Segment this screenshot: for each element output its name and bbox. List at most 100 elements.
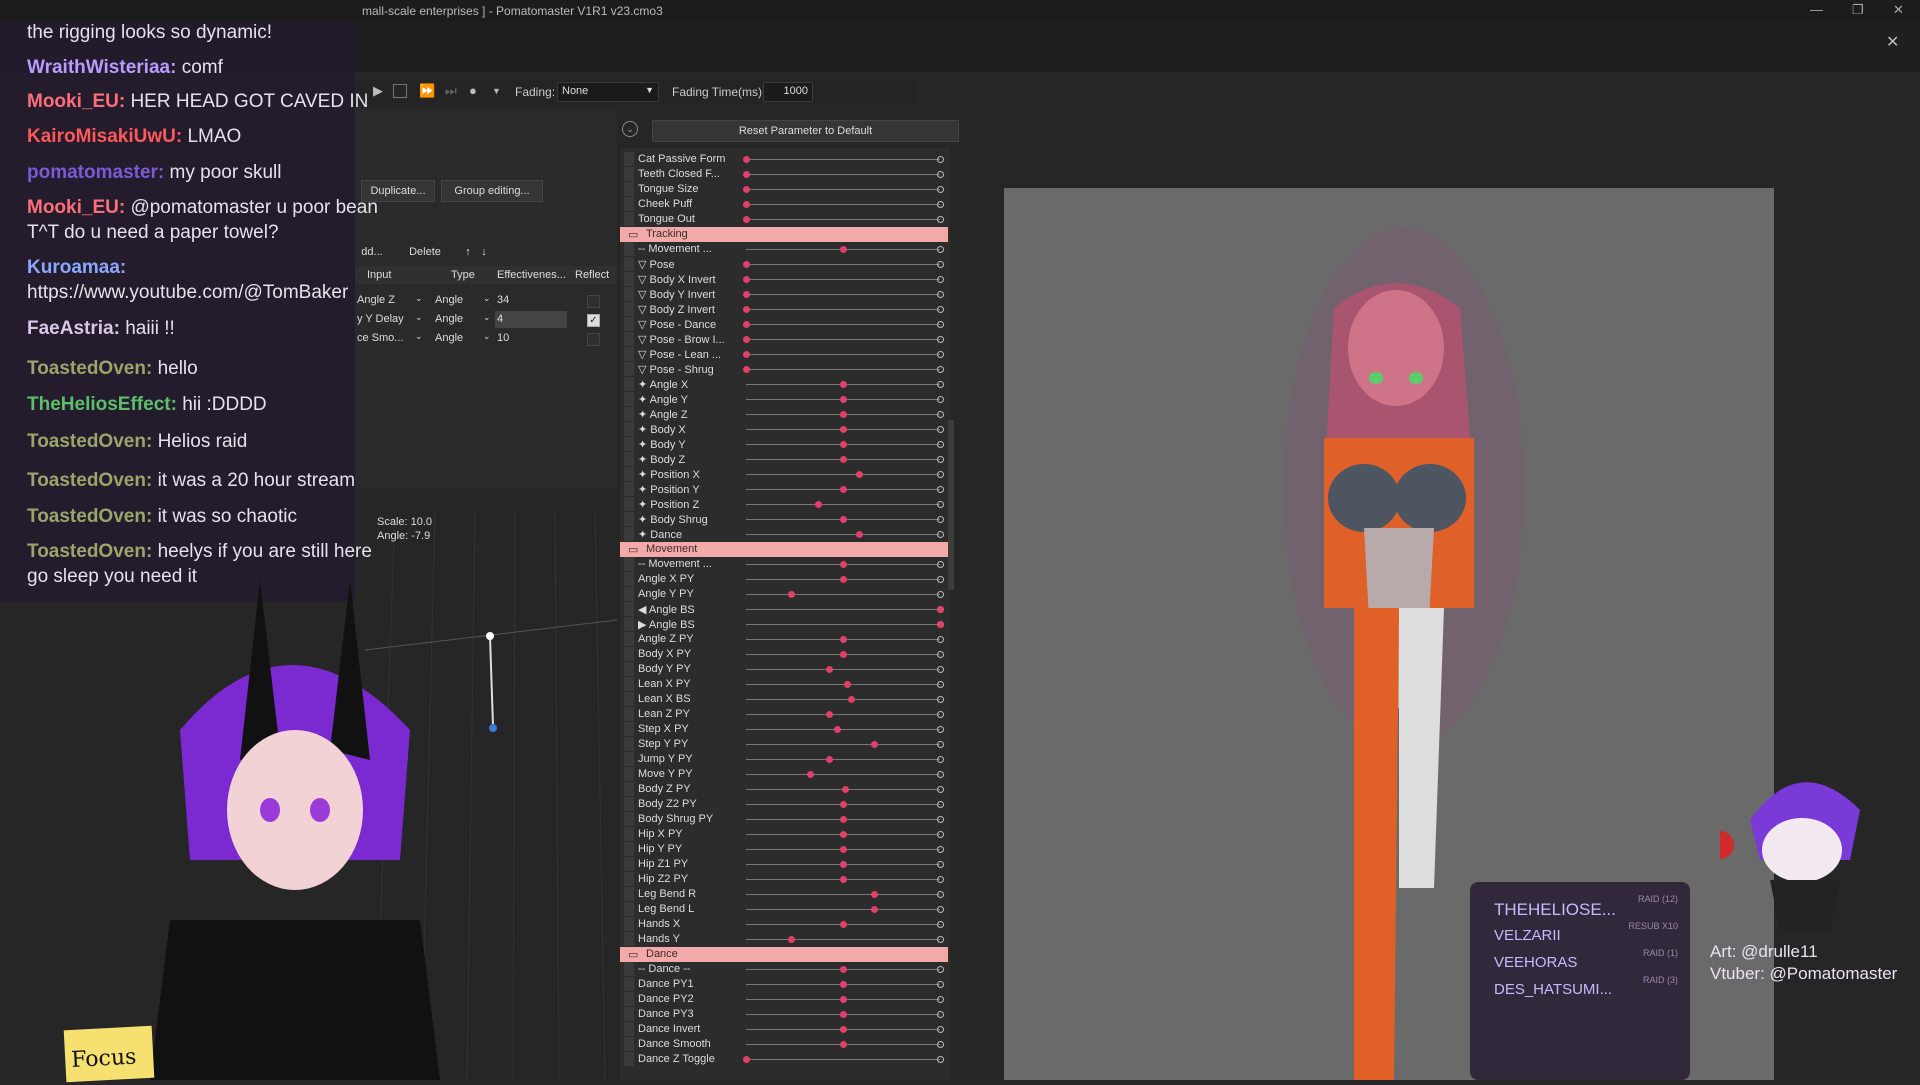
param-slider-track[interactable] [746, 714, 940, 715]
param-row[interactable]: ▽ Body Z Invert [620, 302, 950, 317]
param-row[interactable]: Tongue Size [620, 182, 950, 197]
param-row[interactable]: Hands Y [620, 932, 950, 947]
param-slider-track[interactable] [746, 279, 940, 280]
param-slider-handle[interactable] [840, 486, 847, 493]
param-row[interactable]: Body Z2 PY [620, 797, 950, 812]
param-row[interactable]: Dance PY1 [620, 977, 950, 992]
reflect-checkbox[interactable] [587, 333, 600, 346]
param-row[interactable]: ▽ Pose - Lean ... [620, 347, 950, 362]
param-slider-track[interactable] [746, 699, 940, 700]
param-slider-handle[interactable] [871, 741, 879, 748]
param-slider-handle[interactable] [826, 666, 834, 673]
param-slider-track[interactable] [746, 369, 940, 370]
param-row[interactable]: Dance Invert [620, 1022, 950, 1037]
collapse-icon[interactable]: ⌄ [622, 121, 638, 137]
param-slider-handle[interactable] [871, 906, 879, 913]
param-slider-handle[interactable] [743, 366, 750, 373]
param-slider-handle[interactable] [840, 876, 847, 883]
param-slider-handle[interactable] [840, 396, 847, 403]
group-editing-button[interactable]: Group editing... [441, 180, 543, 202]
param-slider-handle[interactable] [840, 981, 847, 988]
param-slider-track[interactable] [746, 594, 940, 595]
param-row[interactable]: Leg Bend R [620, 887, 950, 902]
param-row[interactable]: ▽ Body X Invert [620, 272, 950, 287]
param-slider-handle[interactable] [743, 1056, 750, 1063]
param-slider-handle[interactable] [847, 696, 855, 703]
param-slider-handle[interactable] [843, 681, 851, 688]
param-slider-handle[interactable] [840, 441, 847, 448]
param-slider-handle[interactable] [840, 1041, 847, 1048]
param-slider-handle[interactable] [840, 1026, 847, 1033]
reflect-checkbox-checked[interactable]: ✓ [587, 314, 600, 327]
param-row[interactable]: ▽ Pose [620, 257, 950, 272]
param-row[interactable]: ✦ Position X [620, 467, 950, 482]
param-slider-track[interactable] [746, 939, 940, 940]
param-slider-handle[interactable] [743, 186, 750, 193]
chevron-down-icon[interactable]: ⌄ [483, 312, 491, 323]
param-slider-track[interactable] [746, 534, 940, 535]
param-row[interactable]: ▽ Body Y Invert [620, 287, 950, 302]
delete-button[interactable]: Delete [405, 242, 445, 262]
param-slider-handle[interactable] [743, 306, 750, 313]
param-slider-handle[interactable] [743, 291, 750, 298]
chevron-down-icon[interactable]: ⌄ [483, 293, 491, 304]
reset-parameter-button[interactable]: Reset Parameter to Default [652, 120, 959, 142]
param-row[interactable]: ✦ Dance [620, 527, 950, 542]
param-slider-handle[interactable] [840, 846, 847, 853]
param-row[interactable]: Hip Z2 PY [620, 872, 950, 887]
param-row[interactable]: Body Y PY [620, 662, 950, 677]
param-row[interactable]: Step X PY [620, 722, 950, 737]
param-row[interactable]: ✦ Body Z [620, 452, 950, 467]
param-row[interactable]: Dance Smooth [620, 1037, 950, 1052]
param-slider-track[interactable] [746, 339, 940, 340]
param-slider-handle[interactable] [841, 786, 849, 793]
param-row[interactable]: ✦ Body Shrug [620, 512, 950, 527]
param-row[interactable]: Hands X [620, 917, 950, 932]
param-row[interactable]: ✦ Angle Y [620, 392, 950, 407]
chevron-down-icon[interactable]: ⌄ [415, 331, 423, 342]
param-row[interactable]: Dance PY2 [620, 992, 950, 1007]
param-slider-track[interactable] [746, 744, 940, 745]
param-row[interactable]: -- Dance -- [620, 962, 950, 977]
param-slider-handle[interactable] [743, 156, 750, 163]
param-slider-track[interactable] [746, 219, 940, 220]
param-row[interactable]: Move Y PY [620, 767, 950, 782]
param-row[interactable]: ✦ Body Y [620, 437, 950, 452]
param-row[interactable]: Hip Y PY [620, 842, 950, 857]
param-slider-handle[interactable] [840, 576, 847, 583]
loop-icon[interactable] [393, 84, 407, 98]
param-row[interactable]: Leg Bend L [620, 902, 950, 917]
param-row[interactable]: Dance Z Toggle [620, 1052, 950, 1067]
param-slider-track[interactable] [746, 1059, 940, 1060]
param-slider-track[interactable] [746, 309, 940, 310]
param-row[interactable]: ✦ Position Z [620, 497, 950, 512]
param-slider-handle[interactable] [840, 456, 847, 463]
param-slider-handle[interactable] [840, 831, 847, 838]
param-row[interactable]: ▽ Pose - Brow I... [620, 332, 950, 347]
play-icon[interactable]: ▶ [373, 83, 383, 99]
param-row[interactable]: Lean X PY [620, 677, 950, 692]
param-slider-handle[interactable] [840, 861, 847, 868]
param-slider-handle[interactable] [743, 261, 750, 268]
param-slider-track[interactable] [746, 189, 940, 190]
param-row[interactable]: Angle Y PY [620, 587, 950, 602]
param-row[interactable]: -- Movement ... [620, 242, 950, 257]
param-slider-track[interactable] [746, 609, 940, 610]
param-group-movement[interactable]: ▭ Movement [620, 542, 948, 557]
param-row[interactable]: Dance PY3 [620, 1007, 950, 1022]
param-row[interactable]: Body Z PY [620, 782, 950, 797]
row-effectiveness[interactable]: 4 [495, 311, 567, 328]
param-slider-handle[interactable] [855, 531, 863, 538]
param-slider-track[interactable] [746, 354, 940, 355]
close-panel-icon[interactable]: ✕ [1886, 32, 1899, 52]
param-row[interactable]: ▶ Angle BS [620, 617, 950, 632]
param-slider-handle[interactable] [840, 1011, 847, 1018]
param-row[interactable]: Tongue Out [620, 212, 950, 227]
param-slider-handle[interactable] [840, 816, 847, 823]
param-slider-handle[interactable] [840, 651, 847, 658]
param-slider-handle[interactable] [743, 216, 750, 223]
param-row[interactable]: ◀ Angle BS [620, 602, 950, 617]
param-slider-track[interactable] [746, 669, 940, 670]
param-row[interactable]: Lean Z PY [620, 707, 950, 722]
param-slider-handle[interactable] [840, 636, 847, 643]
